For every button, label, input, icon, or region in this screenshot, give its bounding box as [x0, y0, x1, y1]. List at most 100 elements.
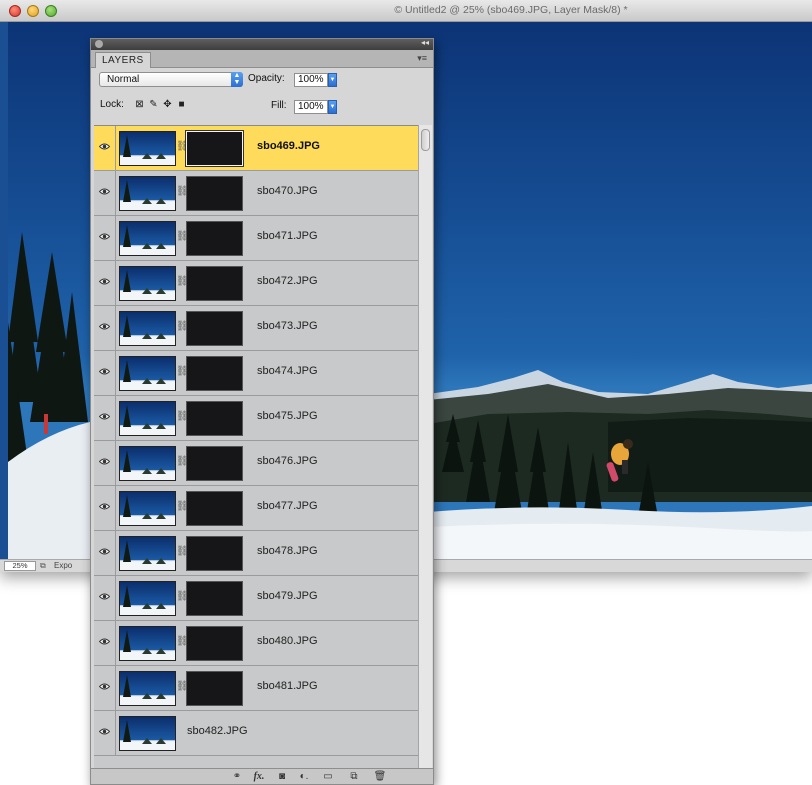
- visibility-toggle[interactable]: [94, 306, 116, 350]
- visibility-toggle[interactable]: [94, 126, 116, 170]
- visibility-toggle[interactable]: [94, 441, 116, 485]
- fill-dropdown-icon[interactable]: ▼: [328, 100, 337, 114]
- lock-image-pixels-icon[interactable]: ✎: [148, 99, 159, 110]
- visibility-toggle[interactable]: [94, 486, 116, 530]
- collapse-panel-icon[interactable]: ◂◂: [421, 38, 429, 47]
- layer-row[interactable]: ⛓ sbo477.JPG: [94, 486, 418, 531]
- opacity-field[interactable]: 100%: [294, 73, 328, 87]
- layer-thumbnail[interactable]: [119, 311, 176, 346]
- visibility-toggle[interactable]: [94, 531, 116, 575]
- add-mask-icon[interactable]: ◙: [275, 771, 289, 783]
- visibility-toggle[interactable]: [94, 171, 116, 215]
- layer-thumbnail[interactable]: [119, 266, 176, 301]
- mask-link-icon[interactable]: ⛓: [176, 590, 189, 604]
- layer-name[interactable]: sbo479.JPG: [257, 590, 318, 602]
- layer-row[interactable]: ⛓ sbo474.JPG: [94, 351, 418, 396]
- layer-name[interactable]: sbo475.JPG: [257, 410, 318, 422]
- mask-link-icon[interactable]: ⛓: [176, 635, 189, 649]
- mask-link-icon[interactable]: ⛓: [176, 500, 189, 514]
- mask-link-icon[interactable]: ⛓: [176, 680, 189, 694]
- layer-mask-thumbnail[interactable]: [186, 491, 243, 526]
- layer-thumbnail[interactable]: [119, 581, 176, 616]
- layer-thumbnail[interactable]: [119, 536, 176, 571]
- visibility-toggle[interactable]: [94, 621, 116, 665]
- opacity-dropdown-icon[interactable]: ▼: [328, 73, 337, 87]
- layer-mask-thumbnail[interactable]: [186, 581, 243, 616]
- mask-link-icon[interactable]: ⛓: [176, 230, 189, 244]
- layer-mask-thumbnail[interactable]: [186, 221, 243, 256]
- link-icon[interactable]: ⚭: [230, 771, 244, 783]
- layer-row[interactable]: ⛓ sbo480.JPG: [94, 621, 418, 666]
- layer-row[interactable]: ⛓ sbo471.JPG: [94, 216, 418, 261]
- panel-close-button[interactable]: [95, 40, 103, 48]
- mask-link-icon[interactable]: ⛓: [176, 365, 189, 379]
- layer-row[interactable]: ⛓ sbo478.JPG: [94, 531, 418, 576]
- layer-mask-thumbnail[interactable]: [186, 311, 243, 346]
- layer-name[interactable]: sbo471.JPG: [257, 230, 318, 242]
- group-folder-icon[interactable]: ▭: [321, 771, 335, 783]
- layer-row[interactable]: ⛓ sbo473.JPG: [94, 306, 418, 351]
- blend-mode-select[interactable]: Normal ▲ ▼: [99, 72, 243, 87]
- layer-name[interactable]: sbo470.JPG: [257, 185, 318, 197]
- layer-thumbnail[interactable]: [119, 716, 176, 751]
- mask-link-icon[interactable]: ⛓: [176, 140, 189, 154]
- mask-link-icon[interactable]: ⛓: [176, 320, 189, 334]
- layer-thumbnail[interactable]: [119, 671, 176, 706]
- layer-thumbnail[interactable]: [119, 221, 176, 256]
- layer-row[interactable]: sbo482.JPG: [94, 711, 418, 756]
- layer-thumbnail[interactable]: [119, 356, 176, 391]
- mask-link-icon[interactable]: ⛓: [176, 185, 189, 199]
- layer-mask-thumbnail[interactable]: [186, 536, 243, 571]
- layer-mask-thumbnail[interactable]: [186, 401, 243, 436]
- layer-name[interactable]: sbo472.JPG: [257, 275, 318, 287]
- window-titlebar[interactable]: © Untitled2 @ 25% (sbo469.JPG, Layer Mas…: [0, 0, 812, 22]
- layer-row[interactable]: ⛓ sbo481.JPG: [94, 666, 418, 711]
- visibility-toggle[interactable]: [94, 396, 116, 440]
- document-info-icon[interactable]: ⧉: [40, 561, 46, 571]
- visibility-toggle[interactable]: [94, 351, 116, 395]
- visibility-toggle[interactable]: [94, 261, 116, 305]
- adjustment-layer-icon[interactable]: ◐.: [297, 771, 311, 783]
- panel-menu-icon[interactable]: ▾≡: [417, 53, 427, 64]
- visibility-toggle[interactable]: [94, 711, 116, 755]
- layer-mask-thumbnail[interactable]: [186, 446, 243, 481]
- layer-name[interactable]: sbo473.JPG: [257, 320, 318, 332]
- layers-scrollbar[interactable]: [418, 125, 432, 768]
- zoom-level-field[interactable]: 25%: [4, 561, 36, 571]
- lock-all-icon[interactable]: ■: [176, 99, 187, 110]
- layer-thumbnail[interactable]: [119, 491, 176, 526]
- layer-mask-thumbnail[interactable]: [186, 671, 243, 706]
- mask-link-icon[interactable]: ⛓: [176, 275, 189, 289]
- layer-thumbnail[interactable]: [119, 401, 176, 436]
- layer-mask-thumbnail[interactable]: [185, 130, 244, 167]
- visibility-toggle[interactable]: [94, 666, 116, 710]
- mask-link-icon[interactable]: ⛓: [176, 545, 189, 559]
- layer-row[interactable]: ⛓ sbo479.JPG: [94, 576, 418, 621]
- layer-name[interactable]: sbo481.JPG: [257, 680, 318, 692]
- fill-field[interactable]: 100%: [294, 100, 328, 114]
- layer-name[interactable]: sbo469.JPG: [257, 140, 320, 152]
- layer-thumbnail[interactable]: [119, 176, 176, 211]
- layer-row[interactable]: ⛓ sbo472.JPG: [94, 261, 418, 306]
- layer-row[interactable]: ⛓ sbo476.JPG: [94, 441, 418, 486]
- layer-row[interactable]: ⛓ sbo470.JPG: [94, 171, 418, 216]
- layer-thumbnail[interactable]: [119, 446, 176, 481]
- fx-icon[interactable]: fx.: [251, 771, 267, 783]
- mask-link-icon[interactable]: ⛓: [176, 455, 189, 469]
- layer-mask-thumbnail[interactable]: [186, 266, 243, 301]
- layer-row[interactable]: ⛓ sbo475.JPG: [94, 396, 418, 441]
- layer-mask-thumbnail[interactable]: [186, 356, 243, 391]
- trash-icon[interactable]: 🗑: [373, 771, 387, 783]
- layer-name[interactable]: sbo480.JPG: [257, 635, 318, 647]
- layer-name[interactable]: sbo478.JPG: [257, 545, 318, 557]
- layer-name[interactable]: sbo474.JPG: [257, 365, 318, 377]
- visibility-toggle[interactable]: [94, 216, 116, 260]
- layer-thumbnail[interactable]: [119, 626, 176, 661]
- tab-layers[interactable]: LAYERS: [95, 52, 151, 68]
- new-layer-icon[interactable]: ⧉: [347, 771, 361, 783]
- layer-mask-thumbnail[interactable]: [186, 626, 243, 661]
- layer-mask-thumbnail[interactable]: [186, 176, 243, 211]
- lock-position-icon[interactable]: ✥: [162, 99, 173, 110]
- mask-link-icon[interactable]: ⛓: [176, 410, 189, 424]
- layer-name[interactable]: sbo482.JPG: [187, 725, 248, 737]
